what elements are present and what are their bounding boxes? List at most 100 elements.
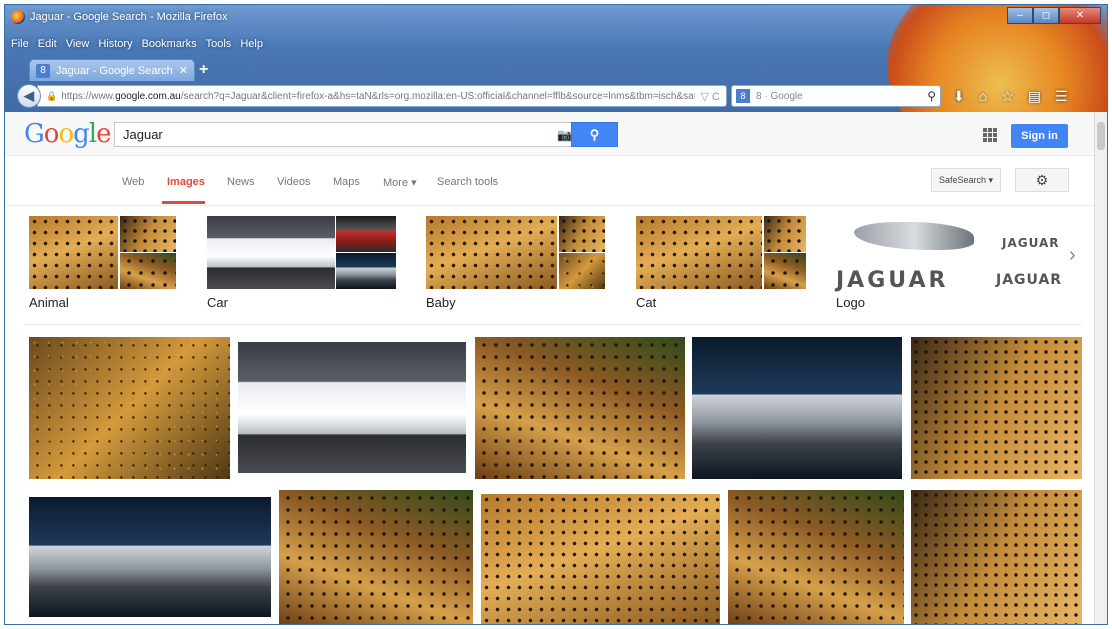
new-tab-button[interactable]: +	[199, 61, 208, 79]
related-cat[interactable]	[636, 216, 806, 289]
tab-close-icon[interactable]: ✕	[179, 64, 188, 77]
related-label-cat[interactable]: Cat	[636, 295, 656, 310]
home-icon[interactable]: ⌂	[979, 88, 987, 105]
result-image[interactable]	[728, 490, 904, 624]
google-images-page: Google Jaguar 📷 ⚲ Sign in Web Images New…	[5, 112, 1095, 624]
result-image[interactable]	[238, 342, 466, 473]
browser-chrome: Jaguar - Google Search - Mozilla Firefox…	[5, 5, 1107, 112]
related-baby-thumb	[559, 216, 605, 252]
related-logo[interactable]: JAGUAR JAGUAR JAGUAR	[836, 216, 1063, 293]
result-image[interactable]	[692, 337, 902, 479]
window-controls: – ◻ ✕	[1007, 7, 1101, 24]
url-text[interactable]: https://www.google.com.au/search?q=Jagua…	[61, 91, 694, 102]
search-button[interactable]: ⚲	[571, 122, 618, 147]
title-bar: Jaguar - Google Search - Mozilla Firefox…	[5, 5, 1107, 29]
tab-jaguar-search[interactable]: 8 Jaguar - Google Search ✕	[29, 59, 195, 81]
related-car-thumb	[336, 216, 396, 252]
search-query[interactable]: Jaguar	[123, 127, 557, 142]
menu-help[interactable]: Help	[240, 38, 263, 50]
search-tools-button[interactable]: Search tools	[437, 176, 498, 188]
toolbar-icons: ⬇ ⌂ ☆ ▤ ☰	[953, 88, 1082, 105]
related-animal-image	[29, 216, 118, 289]
result-image[interactable]	[911, 337, 1082, 479]
related-car[interactable]	[207, 216, 396, 289]
sign-in-button[interactable]: Sign in	[1011, 124, 1068, 148]
menu-tools[interactable]: Tools	[206, 38, 232, 50]
related-animal-thumb	[120, 216, 176, 252]
search-nav: Web Images News Videos Maps More ▾ Searc…	[5, 156, 1095, 206]
firefox-search-bar[interactable]: 8 8 · Google ⚲	[731, 85, 941, 107]
related-animal[interactable]	[29, 216, 176, 289]
jaguar-wordmark: JAGUAR	[836, 268, 949, 293]
related-baby-image	[426, 216, 557, 289]
google-favicon-icon: 8	[36, 63, 50, 78]
related-cat-thumb	[764, 216, 806, 252]
menu-file[interactable]: File	[11, 38, 29, 50]
result-image[interactable]	[911, 490, 1082, 624]
firefox-icon	[11, 10, 25, 24]
reload-icon[interactable]: ▽ C	[695, 90, 726, 103]
scrollbar-thumb[interactable]	[1097, 122, 1105, 150]
related-label-animal[interactable]: Animal	[29, 295, 69, 310]
close-window-button[interactable]: ✕	[1059, 7, 1101, 24]
chevron-right-icon[interactable]: ›	[1069, 244, 1076, 267]
tab-label: Jaguar - Google Search	[56, 64, 173, 77]
related-baby-thumb	[559, 253, 605, 289]
search-engine-icon[interactable]: 8	[736, 89, 750, 103]
tab-more[interactable]: More ▾	[383, 176, 417, 189]
menu-icon[interactable]: ☰	[1055, 88, 1068, 105]
menu-bar: File Edit View History Bookmarks Tools H…	[5, 35, 272, 53]
search-icon[interactable]: ⚲	[927, 89, 936, 103]
related-label-car[interactable]: Car	[207, 295, 228, 310]
menu-history[interactable]: History	[98, 38, 132, 50]
related-car-image	[207, 216, 335, 289]
tab-images[interactable]: Images	[167, 176, 205, 188]
related-label-baby[interactable]: Baby	[426, 295, 456, 310]
vertical-scrollbar[interactable]	[1094, 112, 1107, 624]
bookmark-star-icon[interactable]: ☆	[1001, 88, 1014, 105]
search-bar-placeholder[interactable]: 8 · Google	[756, 91, 927, 102]
minimize-button[interactable]: –	[1007, 7, 1033, 24]
tab-news[interactable]: News	[227, 176, 255, 188]
tab-maps[interactable]: Maps	[333, 176, 360, 188]
browser-window: Jaguar - Google Search - Mozilla Firefox…	[4, 4, 1108, 625]
related-cat-image	[636, 216, 762, 289]
google-header: Google Jaguar 📷 ⚲ Sign in	[5, 112, 1095, 156]
result-image[interactable]	[29, 337, 230, 479]
bookmarks-list-icon[interactable]: ▤	[1028, 88, 1041, 105]
gear-icon[interactable]: ⚙	[1015, 168, 1069, 192]
result-image[interactable]	[279, 490, 473, 624]
leaping-jaguar-logo-icon	[854, 222, 974, 250]
result-image[interactable]	[481, 494, 720, 624]
related-animal-thumb	[120, 253, 176, 289]
menu-edit[interactable]: Edit	[38, 38, 57, 50]
tab-web[interactable]: Web	[122, 176, 144, 188]
menu-view[interactable]: View	[66, 38, 90, 50]
address-bar[interactable]: 🔒 https://www.google.com.au/search?q=Jag…	[37, 85, 727, 107]
navigation-bar: ◀ 🔒 https://www.google.com.au/search?q=J…	[5, 82, 1107, 110]
related-searches: Animal Car Baby Cat JAGUAR JAGUAR JAGUAR…	[5, 216, 1095, 324]
apps-grid-icon[interactable]	[983, 128, 997, 142]
active-tab-indicator	[162, 201, 205, 204]
tab-bar: 8 Jaguar - Google Search ✕ +	[5, 57, 1107, 81]
google-logo[interactable]: Google	[24, 119, 111, 149]
jaguar-wordmark: JAGUAR	[1002, 236, 1060, 250]
lock-icon: 🔒	[46, 90, 58, 101]
downloads-icon[interactable]: ⬇	[953, 88, 965, 105]
divider	[25, 324, 1081, 325]
result-image[interactable]	[29, 497, 271, 617]
window-title: Jaguar - Google Search - Mozilla Firefox	[30, 11, 228, 23]
search-input[interactable]: Jaguar 📷	[114, 122, 579, 147]
related-car-thumb	[336, 253, 396, 289]
maximize-button[interactable]: ◻	[1033, 7, 1059, 24]
result-image[interactable]	[475, 337, 685, 479]
camera-icon[interactable]: 📷	[557, 128, 572, 142]
safesearch-dropdown[interactable]: SafeSearch ▾	[931, 168, 1001, 192]
related-baby[interactable]	[426, 216, 605, 289]
related-cat-thumb	[764, 253, 806, 289]
related-label-logo[interactable]: Logo	[836, 295, 865, 310]
tab-videos[interactable]: Videos	[277, 176, 310, 188]
back-button[interactable]: ◀	[17, 84, 41, 108]
jaguar-wordmark: JAGUAR	[996, 272, 1063, 288]
menu-bookmarks[interactable]: Bookmarks	[142, 38, 197, 50]
